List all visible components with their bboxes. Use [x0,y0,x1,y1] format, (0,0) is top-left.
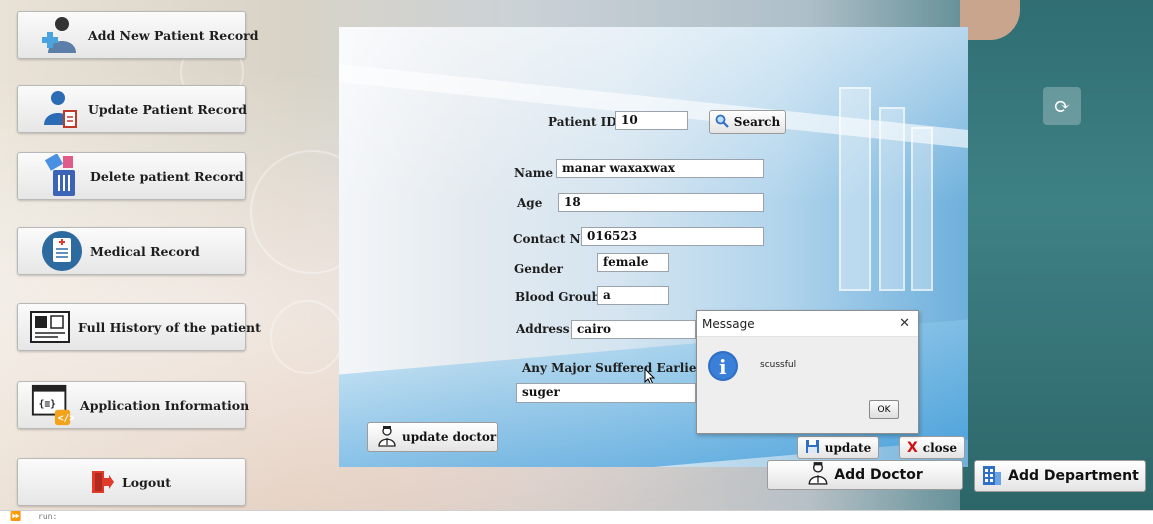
blood-group-label: Blood Groub [515,290,600,304]
full-history-button[interactable]: Full History of the patient [17,303,261,351]
search-icon [715,114,729,131]
patient-id-label: Patient ID [548,115,617,129]
svg-text:i: i [719,355,727,379]
info-icon: i [707,350,739,386]
close-button-label: close [922,440,958,455]
save-disk-icon [805,439,820,457]
name-label: Name [514,166,554,180]
id-card-icon [28,307,72,347]
update-button-label: update [824,440,872,455]
background-door [911,127,933,291]
add-department-button[interactable]: Add Department [974,460,1146,492]
doctor-icon [377,425,397,450]
name-field[interactable]: manar waxaxwax [556,159,764,178]
sidebar-item-label: Add New Patient Record [88,27,259,43]
sidebar-item-label: Update Patient Record [88,101,248,117]
dialog-titlebar: Message ✕ [697,311,918,337]
update-button[interactable]: update [797,436,879,459]
dialog-body: i scussful OK [697,337,918,433]
add-doctor-button[interactable]: Add Doctor [767,460,963,490]
output-status-bar: ⏩ run: [0,510,1153,524]
gender-label: Gender [514,262,563,276]
dialog-message: scussful [760,360,797,370]
age-field[interactable]: 18 [558,193,764,212]
run-play-icon[interactable]: ⏩ [10,512,21,522]
trash-icon [40,154,84,196]
contact-field[interactable]: 016523 [581,227,764,246]
age-label: Age [517,196,543,210]
logout-door-icon [88,462,116,502]
close-x-icon: X [906,439,918,456]
background-door [839,87,871,291]
contact-label: Contact NO [513,232,592,246]
add-department-label: Add Department [1008,468,1139,484]
blood-group-field[interactable]: a [597,286,669,305]
svg-text:{≡}: {≡} [39,399,56,410]
medical-document-icon [40,231,84,271]
patient-id-field[interactable]: 10 [615,111,688,130]
update-doctor-label: update doctor [402,430,497,444]
update-patient-button[interactable]: Update Patient Record [17,85,248,133]
logout-button[interactable]: Logout [17,458,246,506]
background-doctor [960,0,1153,510]
gender-field[interactable]: female [597,253,669,272]
svg-text:</>: </> [58,413,74,424]
dialog-title: Message [702,316,755,331]
sidebar-item-label: Full History of the patient [78,319,261,335]
update-patient-icon [40,89,82,129]
sidebar-item-label: Logout [122,474,172,490]
add-new-patient-button[interactable]: Add New Patient Record [17,11,259,59]
medical-record-button[interactable]: Medical Record [17,227,246,275]
search-button[interactable]: Search [709,110,786,134]
address-label: Address [516,322,570,336]
message-dialog: Message ✕ i scussful OK [696,310,919,434]
badge-icon: ⟳ [1043,87,1081,125]
disease-label: Any Major Suffered Earlier [522,361,703,375]
doctor-icon [807,461,829,489]
dialog-ok-button[interactable]: OK [869,400,899,419]
add-doctor-label: Add Doctor [834,467,923,483]
address-field[interactable]: cairo [571,320,696,339]
sidebar-item-label: Medical Record [90,243,200,259]
add-patient-icon [40,15,82,55]
close-button[interactable]: X close [899,436,965,459]
dialog-close-icon[interactable]: ✕ [899,316,910,331]
delete-patient-button[interactable]: Delete patient Record [17,152,246,200]
background-stripe [339,63,968,149]
code-window-icon: {≡} </> [30,384,74,426]
dialog-ok-label: OK [877,404,891,415]
status-text: run: [38,512,58,521]
disease-field[interactable]: suger [516,383,696,403]
sidebar-item-label: Delete patient Record [90,168,244,184]
sidebar-item-label: Application Information [80,397,250,413]
search-button-label: Search [733,115,781,129]
building-icon [981,462,1003,490]
application-information-button[interactable]: {≡} </> Application Information [17,381,250,429]
background-door [879,107,905,291]
update-doctor-button[interactable]: update doctor [367,422,498,452]
background-circle [270,300,344,374]
